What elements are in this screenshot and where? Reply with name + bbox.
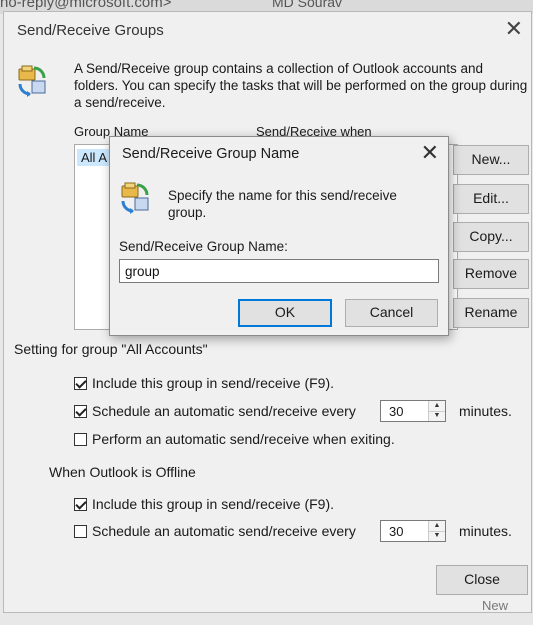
background-sender-text: MD Sourav (272, 0, 343, 10)
schedule-offline-label: Schedule an automatic send/receive every (92, 523, 356, 539)
schedule-online-label: Schedule an automatic send/receive every (92, 403, 356, 419)
send-receive-icon (18, 65, 46, 97)
exit-send-receive-label: Perform an automatic send/receive when e… (92, 431, 395, 447)
cancel-button-label: Cancel (369, 304, 414, 320)
background-new-label: New (482, 598, 509, 613)
list-item[interactable]: All A (77, 149, 112, 166)
copy-button[interactable]: Copy... (453, 222, 529, 252)
online-minutes-unit: minutes. (459, 403, 512, 419)
dialog-title: Send/Receive Groups (17, 22, 164, 39)
offline-minutes-unit: minutes. (459, 523, 512, 539)
include-offline-label: Include this group in send/receive (F9). (92, 496, 335, 512)
remove-button-label: Remove (464, 265, 518, 281)
send-receive-icon (121, 182, 149, 214)
rename-button[interactable]: Rename (453, 298, 529, 328)
include-online-checkbox[interactable] (74, 377, 87, 390)
exit-send-receive-checkbox[interactable] (74, 433, 87, 446)
modal-title: Send/Receive Group Name (122, 146, 300, 162)
modal-close-icon[interactable]: ✕ (421, 140, 439, 166)
schedule-offline-checkbox[interactable] (74, 525, 87, 538)
offline-section-title: When Outlook is Offline (49, 464, 196, 480)
schedule-online-checkbox[interactable] (74, 405, 87, 418)
modal-instruction: Specify the name for this send/receive g… (168, 188, 397, 220)
copy-button-label: Copy... (469, 228, 513, 244)
group-name-modal: Send/Receive Group Name ✕ Specify the na… (109, 136, 449, 336)
spin-buttons: ▲ ▼ (428, 521, 445, 541)
new-button[interactable]: New... (453, 145, 529, 175)
schedule-offline-minutes-input[interactable]: 30 ▲ ▼ (380, 520, 446, 542)
spin-buttons: ▲ ▼ (428, 401, 445, 421)
edit-button-label: Edit... (473, 190, 509, 206)
close-button[interactable]: Close (436, 565, 528, 595)
schedule-offline-minutes-value: 30 (389, 524, 404, 539)
ok-button[interactable]: OK (238, 299, 332, 327)
rename-button-label: Rename (464, 304, 518, 320)
remove-button[interactable]: Remove (453, 259, 529, 289)
close-button-label: Close (464, 571, 500, 587)
background-email-text: no-reply@microsoft.com> (0, 0, 172, 11)
spin-down-icon[interactable]: ▼ (429, 411, 445, 421)
spin-down-icon[interactable]: ▼ (429, 531, 445, 541)
group-name-label: Send/Receive Group Name: (119, 239, 288, 254)
schedule-online-minutes-value: 30 (389, 404, 404, 419)
settings-section-title: Setting for group "All Accounts" (14, 341, 208, 357)
cancel-button[interactable]: Cancel (345, 299, 438, 327)
new-button-label: New... (471, 151, 511, 167)
dialog-close-icon[interactable]: ✕ (505, 16, 523, 42)
include-offline-checkbox[interactable] (74, 498, 87, 511)
edit-button[interactable]: Edit... (453, 184, 529, 214)
group-name-input[interactable] (119, 259, 439, 283)
ok-button-label: OK (274, 304, 296, 320)
dialog-description: A Send/Receive group contains a collecti… (74, 61, 528, 110)
include-online-label: Include this group in send/receive (F9). (92, 375, 335, 391)
schedule-online-minutes-input[interactable]: 30 ▲ ▼ (380, 400, 446, 422)
